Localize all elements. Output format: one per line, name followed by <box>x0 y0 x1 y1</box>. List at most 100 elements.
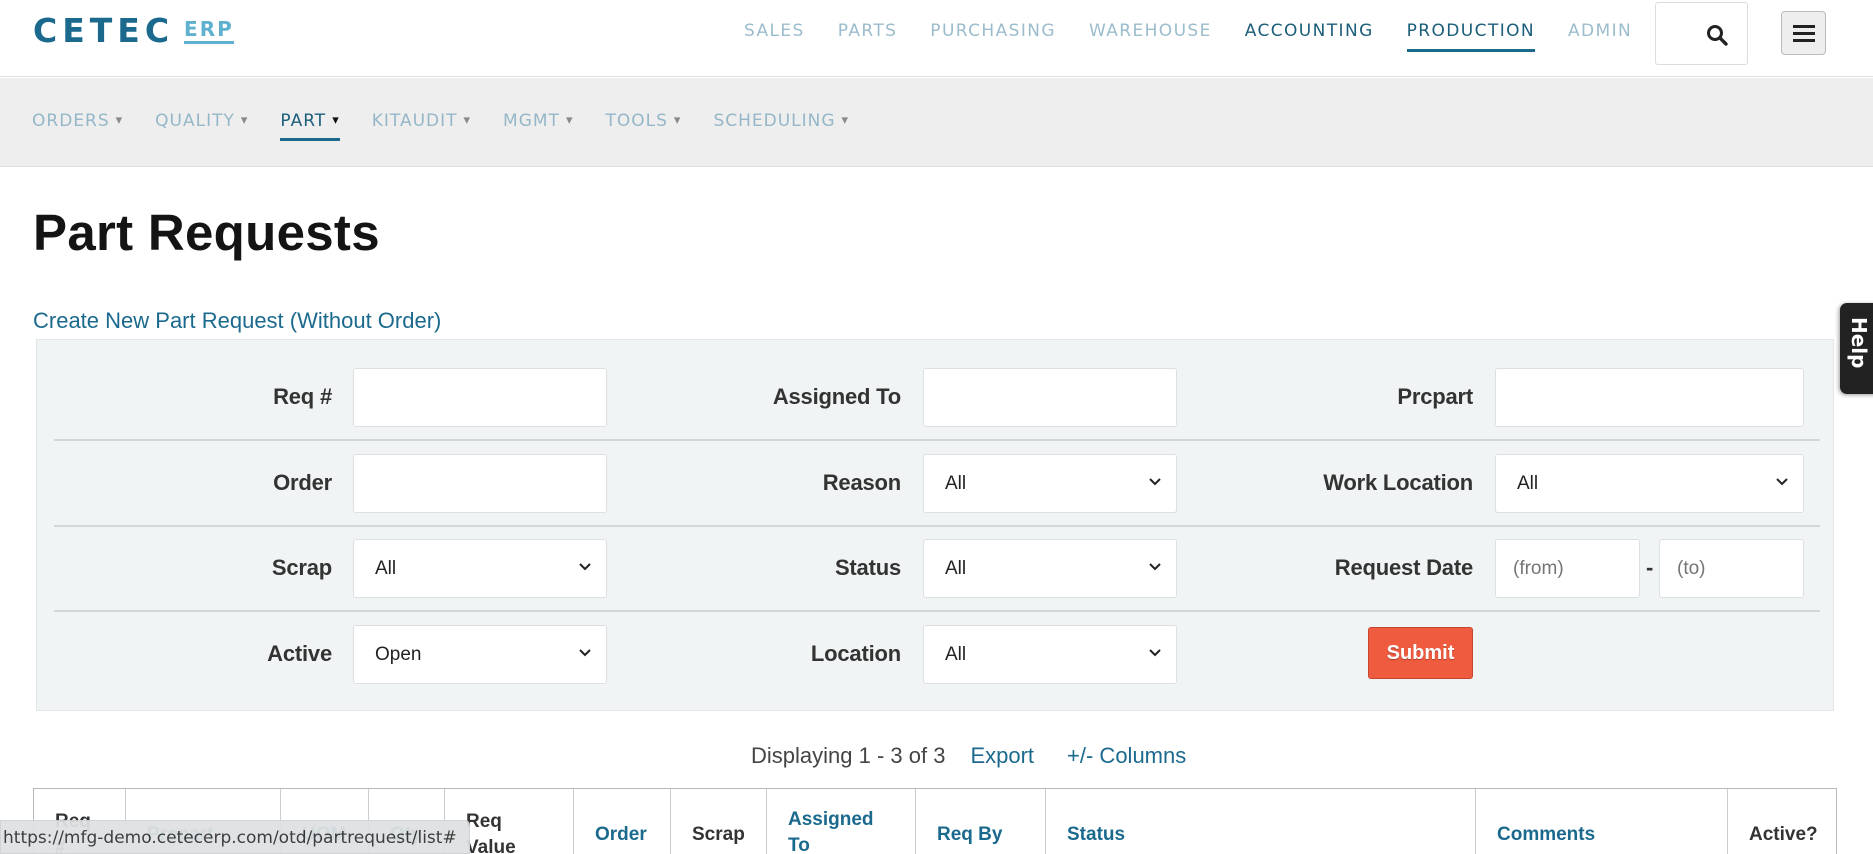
subnav-label: ORDERS <box>32 111 110 131</box>
hamburger-menu-icon <box>1793 25 1815 28</box>
submit-button[interactable]: Submit <box>1368 627 1473 679</box>
column-header-label: Active? <box>1749 824 1818 845</box>
column-header-label: Status <box>1067 824 1126 845</box>
req-num-input[interactable] <box>353 368 607 427</box>
main-nav: SALES PARTS PURCHASING WAREHOUSE ACCOUNT… <box>744 18 1665 52</box>
column-header-label: Scrap <box>692 824 745 845</box>
reason-value: All <box>945 473 967 494</box>
column-header-label: Req By <box>937 824 1003 845</box>
nav-warehouse[interactable]: WAREHOUSE <box>1089 18 1212 52</box>
location-value: All <box>945 644 967 665</box>
toggle-columns-link[interactable]: +/- Columns <box>1067 743 1186 769</box>
location-select[interactable]: All <box>923 625 1177 684</box>
work-location-select[interactable]: All <box>1495 454 1804 513</box>
column-header-assigned-to[interactable]: Assigned To <box>767 789 916 854</box>
logo-text: CETEC <box>33 11 175 50</box>
column-header-label: Req Value <box>466 811 516 854</box>
column-header-label: Assigned To <box>788 809 874 854</box>
column-header-req-by[interactable]: Req By <box>916 789 1046 854</box>
nav-purchasing[interactable]: PURCHASING <box>930 18 1056 52</box>
column-header-comments[interactable]: Comments <box>1476 789 1728 854</box>
assigned-to-input[interactable] <box>923 368 1177 427</box>
work-location-value: All <box>1517 473 1539 494</box>
create-part-request-link[interactable]: Create New Part Request (Without Order) <box>33 308 441 334</box>
hamburger-line <box>1793 32 1815 35</box>
status-label: Status <box>834 555 901 580</box>
page-title: Part Requests <box>33 204 380 261</box>
scrap-select[interactable]: All <box>353 539 607 598</box>
browser-status-url: https://mfg-demo.cetecerp.com/otd/partre… <box>0 820 470 854</box>
subnav-part[interactable]: PART ▾ <box>280 109 340 141</box>
chevron-down-icon <box>579 649 591 657</box>
hamburger-menu-button[interactable] <box>1781 11 1826 55</box>
caret-down-icon: ▾ <box>115 113 124 128</box>
caret-down-icon: ▾ <box>673 113 682 128</box>
chevron-down-icon <box>1149 649 1161 657</box>
caret-down-icon: ▾ <box>841 113 850 128</box>
export-link[interactable]: Export <box>970 743 1034 769</box>
column-header-label: Order <box>595 824 647 845</box>
assigned-to-label: Assigned To <box>772 384 901 409</box>
reason-select[interactable]: All <box>923 454 1177 513</box>
results-bar: Displaying 1 - 3 of 3 Export +/- Columns <box>751 743 1219 769</box>
prcpart-label: Prcpart <box>1397 384 1473 409</box>
logo-erp-text: ERP <box>184 18 234 44</box>
subnav-mgmt[interactable]: MGMT ▾ <box>503 109 573 141</box>
nav-admin[interactable]: ADMIN <box>1568 18 1632 52</box>
order-input[interactable] <box>353 454 607 513</box>
subnav-kitaudit[interactable]: KITAUDIT ▾ <box>372 109 471 141</box>
column-header-label: Comments <box>1497 824 1596 845</box>
subnav-label: KITAUDIT <box>371 111 458 131</box>
scrap-value: All <box>375 558 397 579</box>
nav-production[interactable]: PRODUCTION <box>1406 18 1535 52</box>
subnav-label: TOOLS <box>605 111 668 131</box>
order-label: Order <box>273 470 332 495</box>
hamburger-line <box>1793 39 1815 42</box>
search-icon <box>1707 25 1728 46</box>
caret-down-icon: ▾ <box>565 113 574 128</box>
chevron-down-icon <box>579 563 591 571</box>
subnav-quality[interactable]: QUALITY ▾ <box>155 109 248 141</box>
column-header-scrap: Scrap <box>671 789 767 854</box>
caret-down-icon: ▾ <box>240 113 249 128</box>
cetec-erp-logo[interactable]: CETEC ERP <box>33 14 234 54</box>
column-header-order[interactable]: Order <box>574 789 671 854</box>
nav-parts[interactable]: PARTS <box>838 18 898 52</box>
active-label: Active <box>267 641 332 666</box>
date-separator: - <box>1646 555 1654 580</box>
chevron-down-icon <box>1149 563 1161 571</box>
location-label: Location <box>810 641 901 666</box>
request-date-from-input[interactable] <box>1495 539 1640 598</box>
subnav-label: MGMT <box>503 111 560 131</box>
subnav-tools[interactable]: TOOLS ▾ <box>605 109 681 141</box>
column-header-status[interactable]: Status <box>1046 789 1476 854</box>
request-date-to-input[interactable] <box>1659 539 1804 598</box>
divider <box>54 439 1820 441</box>
req-num-label: Req # <box>273 384 332 409</box>
active-select[interactable]: Open <box>353 625 607 684</box>
caret-down-icon: ▾ <box>332 113 340 128</box>
help-tab[interactable]: Help <box>1840 303 1873 394</box>
request-date-label: Request Date <box>1334 555 1473 580</box>
status-select[interactable]: All <box>923 539 1177 598</box>
top-header: CETEC ERP SALES PARTS PURCHASING WAREHOU… <box>0 0 1873 77</box>
column-header-active: Active? <box>1728 789 1836 854</box>
subnav-scheduling[interactable]: SCHEDULING ▾ <box>713 109 849 141</box>
status-value: All <box>945 558 967 579</box>
search-button[interactable] <box>1655 2 1748 65</box>
subnav-label: PART <box>280 111 327 131</box>
nav-accounting[interactable]: ACCOUNTING <box>1245 18 1374 52</box>
caret-down-icon: ▾ <box>463 113 472 128</box>
scrap-label: Scrap <box>271 555 332 580</box>
subnav-label: QUALITY <box>155 111 235 131</box>
subnav-label: SCHEDULING <box>713 111 836 131</box>
chevron-down-icon <box>1776 478 1788 486</box>
results-count: Displaying 1 - 3 of 3 <box>751 743 946 768</box>
prcpart-input[interactable] <box>1495 368 1804 427</box>
divider <box>54 525 1820 527</box>
help-label: Help <box>1847 317 1871 369</box>
sub-nav: ORDERS ▾ QUALITY ▾ PART ▾ KITAUDIT ▾ MGMT ▾ T… <box>0 78 1873 167</box>
subnav-orders[interactable]: ORDERS ▾ <box>32 109 123 141</box>
nav-sales[interactable]: SALES <box>744 18 805 52</box>
chevron-down-icon <box>1149 478 1161 486</box>
